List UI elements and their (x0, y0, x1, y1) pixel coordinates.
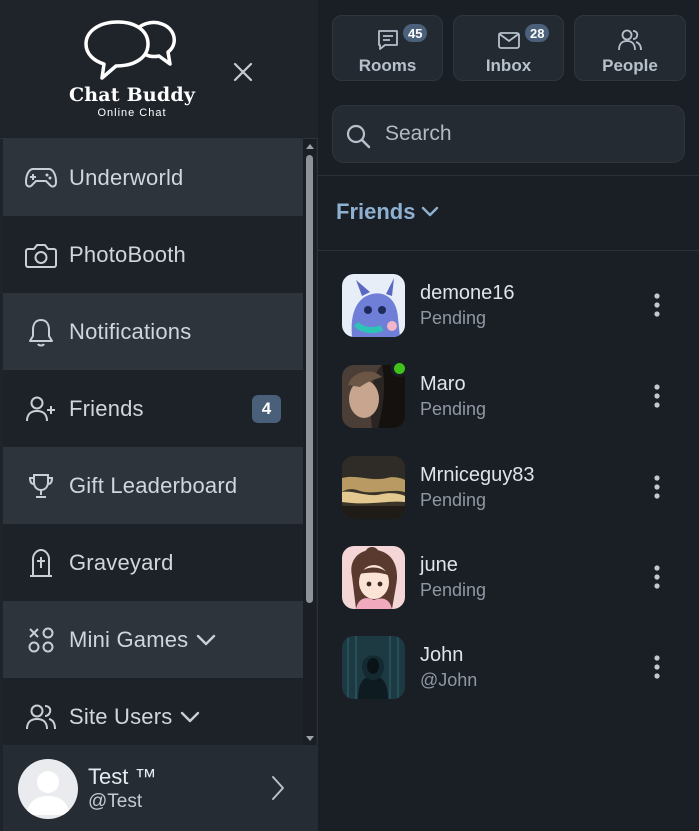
sidebar-item-mini-games[interactable]: Mini Games (3, 601, 303, 678)
friend-name: John (420, 644, 464, 666)
camera-icon (25, 239, 57, 271)
chat-buddy-logo[interactable]: Chat Buddy Online Chat (62, 18, 202, 123)
sidebar-item-gift-leaderboard[interactable]: Gift Leaderboard (3, 447, 303, 524)
friends-dropdown[interactable]: Friends (336, 199, 439, 225)
sidebar-item-site-users[interactable]: Site Users (3, 678, 303, 745)
friend-item[interactable]: demone16 Pending (318, 274, 699, 354)
chevron-down-icon (196, 634, 216, 646)
search-box[interactable] (332, 105, 685, 163)
friend-status: @John (420, 670, 478, 690)
trophy-icon (25, 470, 57, 502)
close-icon (233, 62, 253, 82)
friend-name: Mrniceguy83 (420, 464, 535, 486)
sidebar-item-label: Notifications (69, 318, 192, 344)
sidebar-item-label: Friends (69, 395, 144, 421)
mail-icon (497, 32, 520, 49)
users-icon (25, 701, 57, 733)
friends-heading: Friends (336, 199, 416, 224)
default-user-icon (26, 771, 70, 815)
friend-item[interactable]: june Pending (318, 546, 699, 626)
search-icon (345, 123, 371, 154)
inbox-count-badge: 28 (525, 24, 550, 42)
current-user-profile[interactable]: Test ™ @Test (3, 745, 318, 831)
speech-bubbles-icon (84, 20, 176, 80)
more-options-icon[interactable] (648, 652, 666, 682)
tombstone-icon (25, 547, 57, 579)
friend-avatar (342, 636, 405, 699)
friend-item[interactable]: John @John (318, 636, 699, 716)
friend-item[interactable]: Mrniceguy83 Pending (318, 456, 699, 536)
chat-bubble-icon (377, 30, 398, 50)
people-icon (618, 29, 642, 51)
close-sidebar-button[interactable] (228, 57, 258, 87)
sidebar-item-label: Mini Games (69, 626, 189, 652)
games-icon (25, 624, 57, 656)
friend-name: demone16 (420, 282, 515, 304)
friend-item[interactable]: Maro Pending (318, 360, 699, 445)
scroll-up-arrow[interactable] (303, 139, 316, 153)
search-input[interactable] (385, 116, 675, 152)
sidebar-scrollbar[interactable] (303, 139, 316, 745)
friend-avatar (342, 274, 405, 337)
sidebar-item-label: Site Users (69, 703, 173, 729)
friend-status: Pending (420, 399, 487, 419)
scrollbar-thumb[interactable] (306, 155, 313, 603)
top-tabs: 45 Rooms 28 Inbox People (318, 0, 699, 94)
brand-header: Chat Buddy Online Chat (0, 0, 318, 139)
sidebar-item-label: Gift Leaderboard (69, 472, 238, 498)
more-options-icon[interactable] (648, 381, 666, 411)
sidebar-item-graveyard[interactable]: Graveyard (3, 524, 303, 601)
scroll-down-arrow[interactable] (303, 731, 316, 745)
tab-people[interactable]: People (574, 15, 686, 81)
tab-inbox[interactable]: 28 Inbox (453, 15, 564, 81)
gamepad-icon (25, 162, 57, 194)
sidebar-item-label: Graveyard (69, 549, 174, 575)
tab-label: Inbox (485, 56, 532, 75)
friend-name: Maro (420, 373, 466, 395)
sidebar-item-label: Underworld (69, 164, 184, 190)
more-options-icon[interactable] (648, 290, 666, 320)
friends-count-badge: 4 (252, 395, 281, 423)
sidebar-item-label: PhotoBooth (69, 241, 186, 267)
chevron-down-icon (421, 206, 439, 218)
divider (318, 175, 699, 176)
brand-title: Chat Buddy (68, 84, 196, 106)
online-status-indicator (391, 360, 408, 377)
friend-status: Pending (420, 308, 487, 328)
sidebar-item-photobooth[interactable]: PhotoBooth (3, 216, 303, 293)
sidebar-nav: Underworld PhotoBooth Notifications Frie… (3, 139, 303, 745)
profile-handle: @Test (88, 791, 143, 812)
sidebar: Chat Buddy Online Chat Underworld PhotoB… (0, 0, 318, 831)
more-options-icon[interactable] (648, 472, 666, 502)
brand-subtitle: Online Chat (97, 107, 167, 119)
friend-name: june (420, 554, 458, 576)
rooms-count-badge: 45 (403, 24, 428, 42)
friends-panel: 45 Rooms 28 Inbox People Friends (318, 0, 699, 831)
friend-status: Pending (420, 580, 487, 600)
friend-status: Pending (420, 490, 487, 510)
profile-name: Test ™ (88, 764, 157, 789)
tab-label: Rooms (358, 56, 417, 75)
tab-label: People (602, 56, 658, 75)
bell-icon (25, 316, 57, 348)
friend-avatar (342, 546, 405, 609)
chevron-right-icon[interactable] (271, 775, 285, 806)
sidebar-item-friends[interactable]: Friends 4 (3, 370, 303, 447)
tab-rooms[interactable]: 45 Rooms (332, 15, 443, 81)
more-options-icon[interactable] (648, 562, 666, 592)
chevron-down-icon (180, 711, 200, 723)
avatar (18, 759, 78, 819)
user-plus-icon (25, 393, 57, 425)
divider (318, 250, 699, 251)
friend-avatar (342, 456, 405, 519)
sidebar-item-notifications[interactable]: Notifications (3, 293, 303, 370)
sidebar-item-underworld[interactable]: Underworld (3, 139, 303, 216)
